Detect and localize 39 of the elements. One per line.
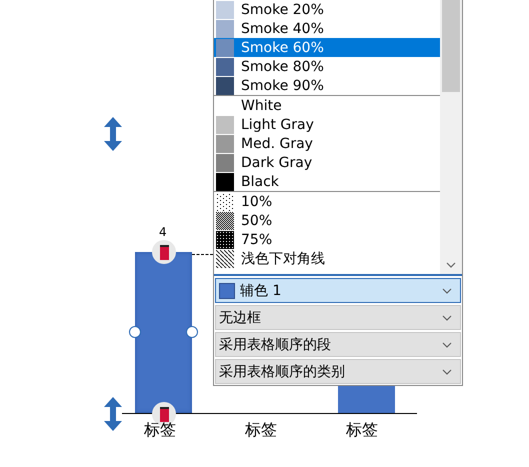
category-label: 标签 xyxy=(245,420,277,440)
pattern-swatch-icon xyxy=(216,192,234,210)
color-option[interactable]: 浅色下对角线 xyxy=(214,249,440,268)
scrollbar[interactable] xyxy=(440,0,462,274)
color-option[interactable]: Smoke 40% xyxy=(214,19,440,38)
color-option[interactable]: 10% xyxy=(214,192,440,211)
category-label: 标签 xyxy=(144,420,176,440)
resize-arrow-icon[interactable] xyxy=(104,397,122,431)
color-option[interactable]: Smoke 60% xyxy=(214,38,440,57)
dropdown-field[interactable]: 无边框 xyxy=(215,305,461,330)
pattern-swatch-icon xyxy=(216,230,234,248)
resize-arrow-icon[interactable] xyxy=(104,117,122,151)
color-option[interactable]: Black xyxy=(214,172,440,191)
color-option[interactable]: 50% xyxy=(214,211,440,230)
category-label: 标签 xyxy=(346,420,378,440)
dropdown-field[interactable]: 采用表格顺序的段 xyxy=(215,332,461,357)
chart-bar[interactable] xyxy=(338,383,395,413)
chevron-down-icon xyxy=(442,342,452,348)
color-option[interactable]: White xyxy=(214,96,440,115)
color-option[interactable]: 75% xyxy=(214,230,440,249)
resize-handle[interactable] xyxy=(129,326,141,338)
color-option[interactable]: Dark Gray xyxy=(214,153,440,172)
pattern-swatch-icon xyxy=(216,212,234,230)
chart-bar[interactable] xyxy=(135,252,192,413)
color-option[interactable]: Med. Gray xyxy=(214,134,440,153)
color-option[interactable]: Smoke 20% xyxy=(214,0,440,19)
dropdown-field[interactable]: 辅色 1 xyxy=(215,278,461,303)
chevron-down-icon xyxy=(442,288,452,294)
color-option[interactable]: Smoke 80% xyxy=(214,57,440,76)
bar-handle[interactable] xyxy=(152,240,176,264)
resize-handle[interactable] xyxy=(186,326,198,338)
chevron-down-icon xyxy=(442,314,452,320)
dropdown-field[interactable]: 采用表格顺序的类别 xyxy=(215,359,461,384)
chevron-down-icon[interactable] xyxy=(446,262,456,268)
chevron-down-icon xyxy=(442,368,452,374)
color-option[interactable]: Light Gray xyxy=(214,115,440,134)
data-label: 4 xyxy=(159,225,167,239)
color-option[interactable]: Smoke 90% xyxy=(214,76,440,95)
pattern-swatch-icon xyxy=(216,250,234,268)
